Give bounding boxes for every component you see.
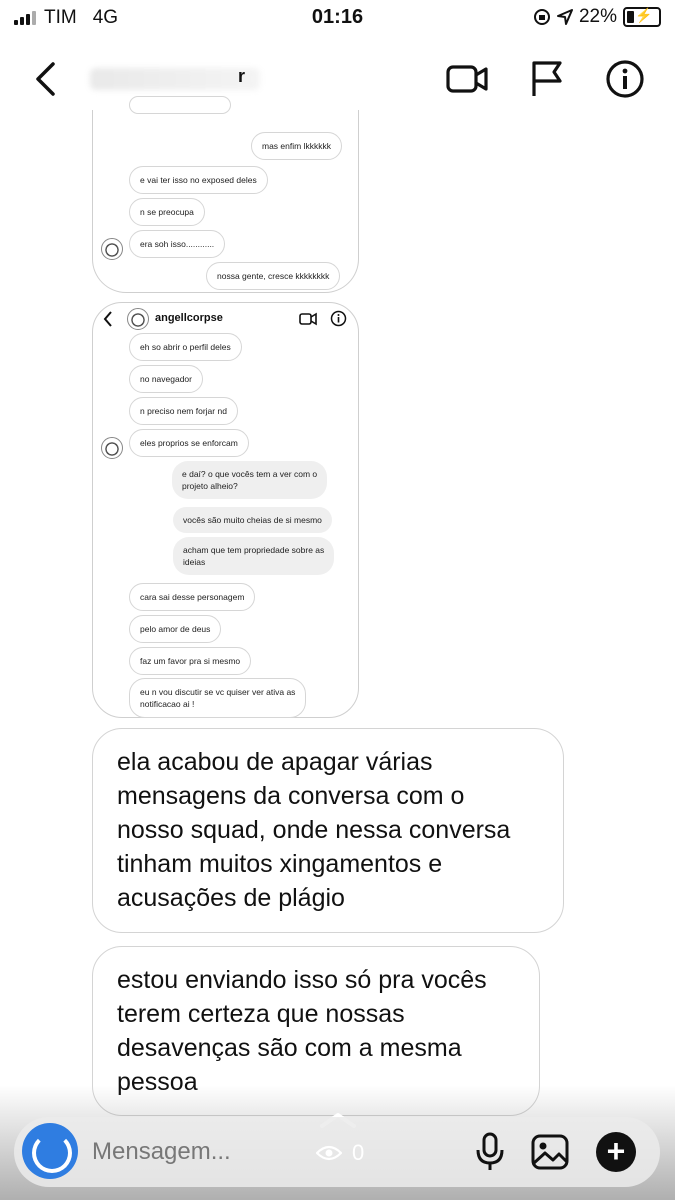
screenshot-message: mas enfim lkkkkkk (251, 132, 342, 160)
screenshot-username: angellcorpse (155, 312, 223, 324)
chat-header: r (0, 40, 675, 120)
info-button[interactable] (600, 54, 650, 104)
screenshot-message: no navegador (129, 365, 203, 393)
flag-icon (532, 61, 562, 96)
info-icon (330, 310, 347, 327)
screenshot-message: e vai ter isso no exposed deles (129, 166, 268, 194)
plus-icon: + (606, 1133, 626, 1169)
back-icon (36, 62, 55, 96)
screenshot-message: nossa gente, cresce kkkkkkkk (206, 262, 341, 290)
status-bar: TIM 4G 01:16 22% ⚡ (0, 0, 675, 36)
screenshot-message: eh so abrir o perfil deles (129, 333, 242, 361)
view-count: 0 (316, 1140, 364, 1166)
screenshot-message: e daí? o que vocês tem a ver com o proje… (172, 461, 328, 499)
screenshot-message: acham que tem propriedade sobre as ideia… (173, 537, 335, 575)
screenshot-message: pelo amor de deus (129, 615, 222, 643)
contact-name-initial: r (238, 66, 246, 86)
video-icon (299, 312, 317, 326)
voice-message-button[interactable] (466, 1128, 514, 1176)
image-icon (531, 1134, 569, 1170)
location-icon (556, 9, 573, 25)
screenshot-message: faz um favor pra si mesmo (129, 647, 252, 675)
orientation-lock-icon (533, 9, 550, 25)
report-button[interactable] (522, 54, 572, 104)
avatar (127, 308, 149, 330)
message-input[interactable]: Mensagem... (92, 1138, 231, 1166)
avatar (101, 238, 123, 260)
screenshot-message: n preciso nem forjar nd (129, 397, 238, 425)
screenshot-message: vocês são muito cheias de si mesmo (173, 507, 332, 533)
contact-name-blurred[interactable] (90, 68, 260, 90)
screenshot-message: era soh isso............ (129, 230, 226, 258)
view-count-value: 0 (352, 1140, 365, 1165)
status-right: 22% ⚡ (533, 6, 661, 28)
back-button[interactable] (20, 54, 70, 104)
gallery-button[interactable] (526, 1128, 574, 1176)
message-bubble[interactable]: ela acabou de apagar várias mensagens da… (92, 728, 564, 933)
microphone-icon (476, 1132, 504, 1170)
eye-icon (316, 1145, 342, 1161)
battery-percent: 22% (578, 6, 617, 27)
screenshot-message: cara sai desse personagem (129, 583, 256, 611)
avatar (101, 437, 123, 459)
screenshot-header: angellcorpse (93, 303, 358, 335)
cropped-bubble (129, 96, 231, 114)
embedded-screenshot-2: angellcorpse eh so abrir o perfil deles … (92, 302, 359, 718)
screenshot-message: eles proprios se enforcam (129, 429, 249, 457)
video-call-button[interactable] (442, 54, 492, 104)
screenshot-message: eu n vou discutir se vc quiser ver ativa… (129, 678, 307, 718)
battery-icon: ⚡ (623, 7, 661, 27)
camera-icon (32, 1133, 72, 1173)
camera-button[interactable] (22, 1123, 78, 1179)
embedded-screenshot-1: mas enfim lkkkkkk e vai ter isso no expo… (92, 96, 359, 293)
screenshot-message: n se preocupa (129, 198, 205, 226)
back-icon (103, 311, 112, 327)
video-icon (446, 65, 488, 93)
info-icon (606, 60, 644, 98)
add-button[interactable]: + (596, 1132, 636, 1172)
